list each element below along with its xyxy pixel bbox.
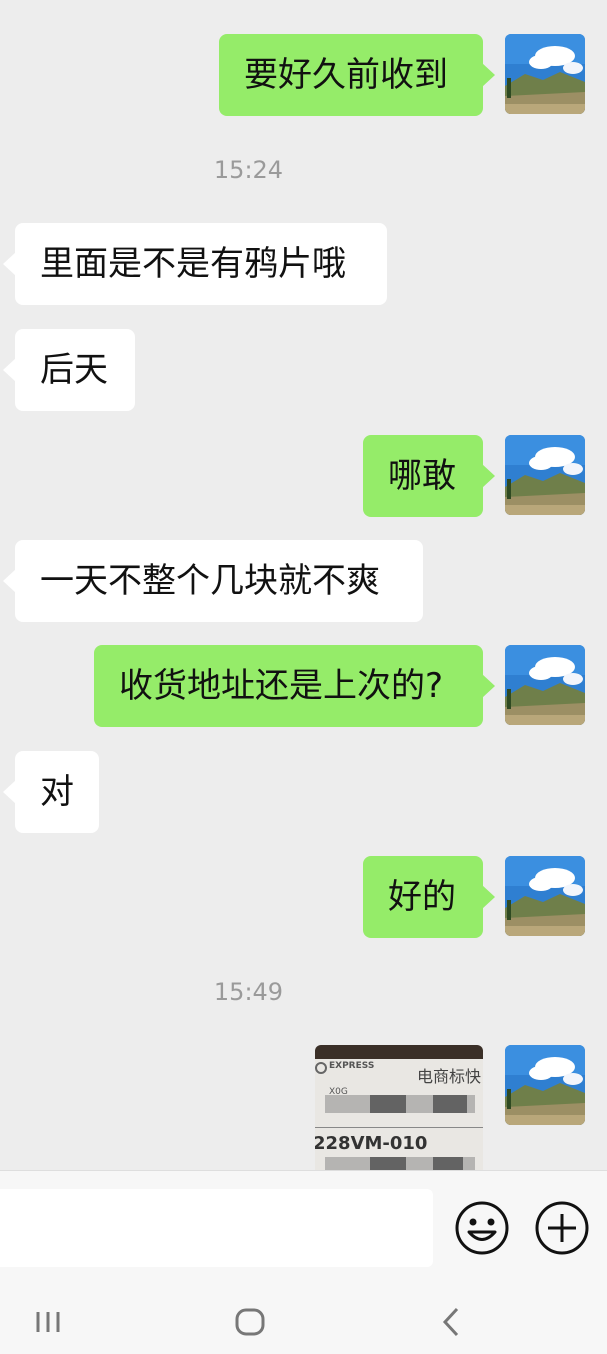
photo-label-text: 电商标快	[417, 1067, 482, 1086]
message-bubble-sent[interactable]: 收货地址还是上次的?	[94, 645, 495, 727]
home-icon[interactable]	[225, 1296, 275, 1340]
timestamp: 15:49	[213, 978, 284, 1006]
message-bubble-received[interactable]: 后天	[3, 329, 135, 411]
landscape-avatar-image	[505, 1045, 585, 1125]
message-bubble-received[interactable]: 对	[3, 751, 99, 833]
landscape-avatar-image	[505, 34, 585, 114]
photo-dark-edge	[315, 1045, 483, 1059]
landscape-avatar-image	[505, 435, 585, 515]
photo-brand-text: EXPRESS	[329, 1061, 375, 1071]
message-bubble-sent[interactable]: 要好久前收到	[219, 34, 495, 116]
avatar[interactable]	[505, 435, 585, 515]
blurred-region	[433, 1157, 463, 1170]
chat-message-list[interactable]: 要好久前收到 15:24 里面是不是有鸦片哦 后天 哪敢 一天不整个几块就不爽 …	[0, 0, 607, 1170]
recent-apps-icon[interactable]	[24, 1296, 74, 1340]
emoji-icon[interactable]	[453, 1199, 511, 1257]
blurred-region	[370, 1095, 406, 1113]
blurred-region	[370, 1157, 406, 1170]
back-icon[interactable]	[426, 1296, 476, 1340]
photo-code-big: 228VM-010	[315, 1133, 428, 1154]
avatar[interactable]	[505, 645, 585, 725]
message-bubble-received[interactable]: 一天不整个几块就不爽	[3, 540, 423, 622]
message-bubble-received[interactable]: 里面是不是有鸦片哦	[3, 223, 387, 305]
message-bubble-sent[interactable]: 哪敢	[363, 435, 495, 517]
avatar[interactable]	[505, 34, 585, 114]
message-bubble-sent[interactable]: 好的	[363, 856, 495, 938]
timestamp: 15:24	[213, 156, 284, 184]
avatar[interactable]	[505, 1045, 585, 1125]
landscape-avatar-image	[505, 645, 585, 725]
blurred-region	[433, 1095, 467, 1113]
system-nav-bar	[0, 1282, 607, 1354]
express-logo-icon	[315, 1062, 327, 1074]
image-message[interactable]: EXPRESS 电商标快 X0G 228VM-010	[315, 1045, 483, 1170]
avatar[interactable]	[505, 856, 585, 936]
photo-line	[315, 1127, 483, 1128]
input-bar	[0, 1170, 607, 1282]
landscape-avatar-image	[505, 856, 585, 936]
message-input[interactable]	[0, 1189, 433, 1267]
plus-icon[interactable]	[533, 1199, 591, 1257]
